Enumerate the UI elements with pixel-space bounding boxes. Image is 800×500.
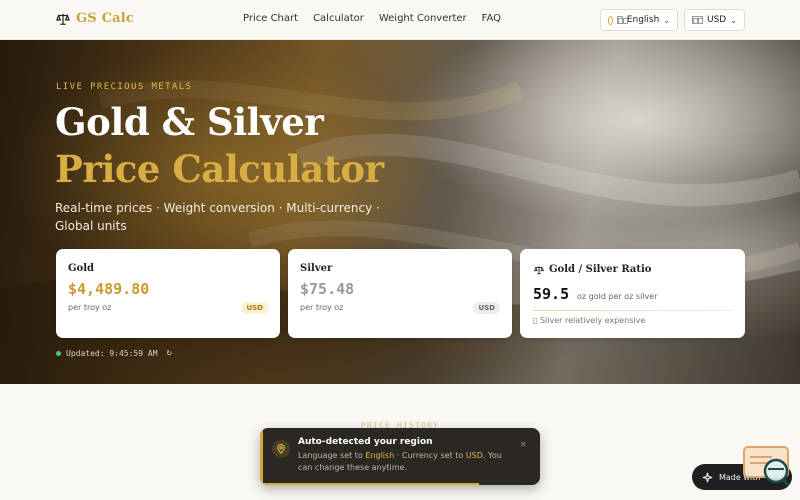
ratio-note: ▯ Silver relatively expensive [533,316,645,325]
refresh-icon[interactable]: ↻ [167,348,172,358]
chevron-down-icon: ⌄ [730,15,737,25]
ratio-note-text: Silver relatively expensive [539,316,646,325]
region-toast: Auto-detected your region Language set t… [260,428,540,485]
toast-language: English [365,451,395,460]
ratio-description: oz gold per oz silver [577,292,658,301]
gold-silver-ratio-card[interactable]: Gold / Silver Ratio 59.5 oz gold per oz … [520,249,745,338]
flag-icon [692,16,703,24]
location-pin-icon [272,440,290,458]
scales-icon [56,13,70,25]
hero-title-line2: Price Calculator [55,147,384,191]
scales-icon [534,265,544,274]
hero-title-line1: Gold & Silver [55,100,324,144]
silver-price-card[interactable]: Silver $75.48 per troy oz USD [288,249,512,338]
logo[interactable]: GS Calc [56,11,134,26]
flag-icon [616,16,628,24]
ratio-divider [533,310,733,311]
globe-icon [608,15,613,25]
ratio-title: Gold / Silver Ratio [534,264,651,275]
ratio-value: 59.5 [533,285,570,303]
currency-badge: USD [241,302,268,314]
inspector-widget-icon[interactable] [742,445,790,487]
toast-body: Language set to English · Currency set t… [298,450,518,474]
hero: LIVE PRECIOUS METALS Gold & Silver Price… [0,40,800,384]
toast-title: Auto-detected your region [298,437,433,447]
toast-accent-bar [260,428,263,485]
top-navbar: GS Calc Price Chart Calculator Weight Co… [0,0,800,40]
currency-badge: USD [473,302,500,314]
language-selector[interactable]: English ⌄ [600,9,678,31]
nav-link-weight-converter[interactable]: Weight Converter [379,13,467,24]
currency-selector[interactable]: USD ⌄ [684,9,745,31]
hero-eyebrow: LIVE PRECIOUS METALS [56,82,193,92]
last-updated: Updated: 9:45:59 AM ↻ [56,348,172,358]
updated-text: Updated: 9:45:59 AM [66,348,158,358]
toast-text: Language set to [298,451,366,460]
gold-price-card[interactable]: Gold $4,489.80 per troy oz USD [56,249,280,338]
ratio-title-text: Gold / Silver Ratio [549,264,652,275]
toast-progress-bar [263,483,480,485]
sparkle-icon [702,472,713,482]
hero-subtitle: Real-time prices · Weight conversion · M… [55,201,380,233]
card-title: Gold [68,263,95,274]
toast-currency: USD [465,451,483,460]
silver-price: $75.48 [300,280,355,298]
gold-price: $4,489.80 [68,280,150,298]
nav-link-calculator[interactable]: Calculator [313,13,364,24]
chevron-down-icon: ⌄ [663,15,670,25]
price-unit: per troy oz [68,303,112,312]
toast-text: · Currency set to [394,451,466,460]
live-status-dot [56,350,61,356]
toast-close-button[interactable]: × [519,440,527,450]
price-unit: per troy oz [300,303,344,312]
logo-text: GS Calc [76,11,135,26]
nav-link-faq[interactable]: FAQ [482,13,501,24]
language-value: English [626,15,660,25]
card-title: Silver [300,263,333,274]
info-icon: ▯ [533,316,538,325]
currency-value: USD [707,15,727,25]
nav-link-price-chart[interactable]: Price Chart [243,13,298,24]
nav-links: Price Chart Calculator Weight Converter … [243,13,516,24]
